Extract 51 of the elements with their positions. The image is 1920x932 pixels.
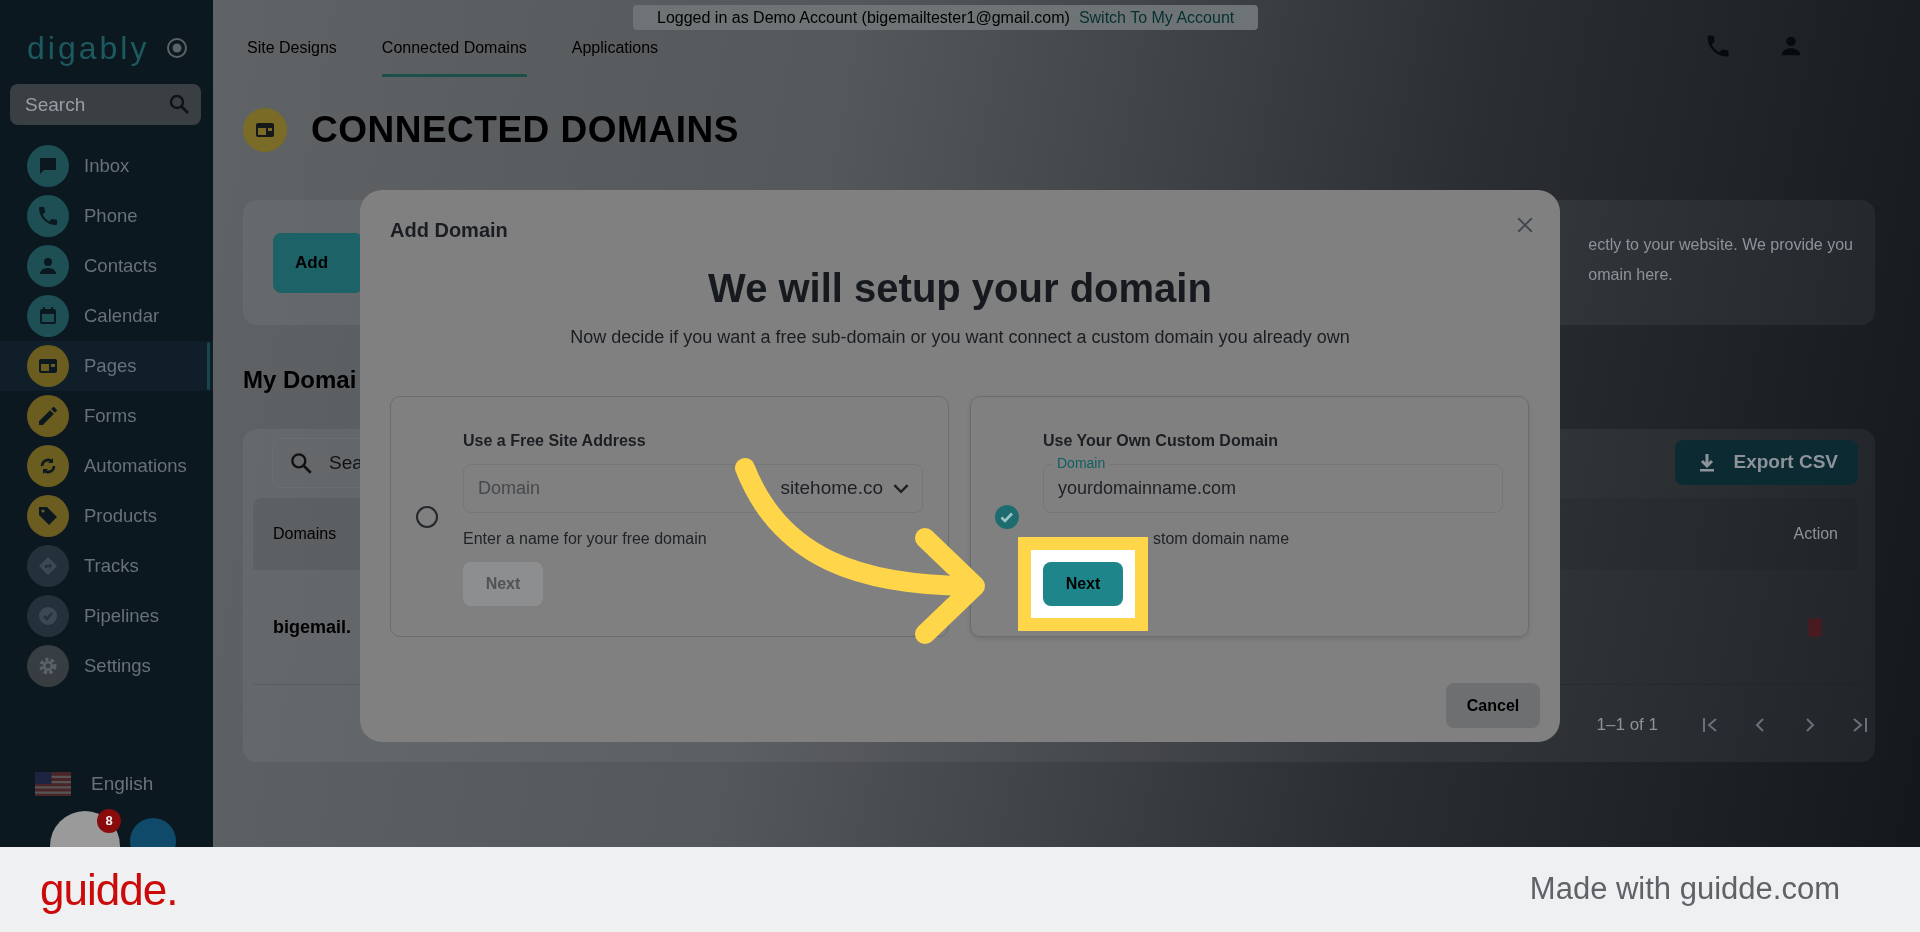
pagination-label: 1–1 of 1 bbox=[1596, 714, 1658, 737]
flag-icon[interactable] bbox=[35, 772, 71, 797]
radio-dot-icon[interactable] bbox=[165, 36, 190, 60]
sidebar-item[interactable]: Pages bbox=[0, 341, 213, 391]
switch-account-link[interactable]: Switch To My Account bbox=[1078, 5, 1235, 30]
description-text: ectly to your website. We provide you bbox=[1588, 235, 1853, 255]
description-text: omain here. bbox=[1588, 265, 1674, 285]
language-label[interactable]: English bbox=[91, 770, 154, 799]
sidebar-item[interactable]: Tracks bbox=[0, 541, 213, 591]
column-header: Action bbox=[1793, 524, 1838, 544]
layout-icon bbox=[243, 108, 287, 152]
search-icon bbox=[288, 450, 314, 476]
sidebar-item[interactable]: Automations bbox=[0, 441, 213, 491]
dialog-title: Add Domain bbox=[390, 218, 508, 242]
column-header: Domains bbox=[273, 524, 337, 544]
sidebar-item[interactable]: Inbox bbox=[0, 141, 213, 191]
dialog-subtitle: Now decide if you want a free sub-domain or you want connect a custom domain you already own bbox=[569, 326, 1351, 349]
brand-logo: guidde. bbox=[40, 864, 178, 915]
help-text: Enter a name for your free domain bbox=[463, 529, 707, 549]
notification-badge: 8 bbox=[97, 809, 121, 833]
logo: digably bbox=[27, 32, 150, 64]
search-icon[interactable] bbox=[167, 92, 191, 116]
page-title: CONNECTED DOMAINS bbox=[311, 108, 739, 153]
login-notice: Logged in as Demo Account (bigemailtester1@gmail.com) bbox=[657, 7, 1070, 28]
tab[interactable]: Applications bbox=[571, 34, 659, 77]
domain-suffix-dropdown[interactable]: sitehome.co bbox=[780, 476, 909, 500]
option-title: Use Your Own Custom Domain bbox=[1043, 431, 1278, 451]
next-button[interactable]: Next bbox=[1043, 562, 1123, 606]
help-text: stom domain name bbox=[1153, 529, 1290, 549]
add-domain-button[interactable]: Add bbox=[273, 233, 363, 293]
close-icon[interactable] bbox=[1516, 216, 1534, 234]
export-button[interactable]: Export CSV bbox=[1675, 440, 1858, 485]
radio-button[interactable] bbox=[416, 505, 438, 528]
sidebar-item[interactable]: Contacts bbox=[0, 241, 213, 291]
sidebar-item[interactable]: Phone bbox=[0, 191, 213, 241]
chevron-down-icon bbox=[893, 482, 909, 494]
credit-text: Made with guidde.com bbox=[1529, 870, 1840, 909]
sidebar-item[interactable]: Products bbox=[0, 491, 213, 541]
section-title: My Domai bbox=[243, 365, 357, 395]
sidebar-item[interactable]: Forms bbox=[0, 391, 213, 441]
tab[interactable]: Connected Domains bbox=[381, 34, 527, 77]
check-circle-icon[interactable] bbox=[995, 504, 1019, 529]
search-field[interactable]: Search bbox=[10, 84, 201, 125]
sidebar-item[interactable]: Pipelines bbox=[0, 591, 213, 641]
tab[interactable]: Site Designs bbox=[247, 34, 337, 77]
cancel-button[interactable]: Cancel bbox=[1446, 683, 1540, 728]
sidebar-item[interactable]: Settings bbox=[0, 641, 213, 691]
option-title: Use a Free Site Address bbox=[463, 431, 646, 451]
dialog-heading: We will setup your domain bbox=[707, 265, 1213, 312]
table-cell-text: bigemail. bbox=[273, 615, 352, 639]
sidebar-item[interactable]: Calendar bbox=[0, 291, 213, 341]
